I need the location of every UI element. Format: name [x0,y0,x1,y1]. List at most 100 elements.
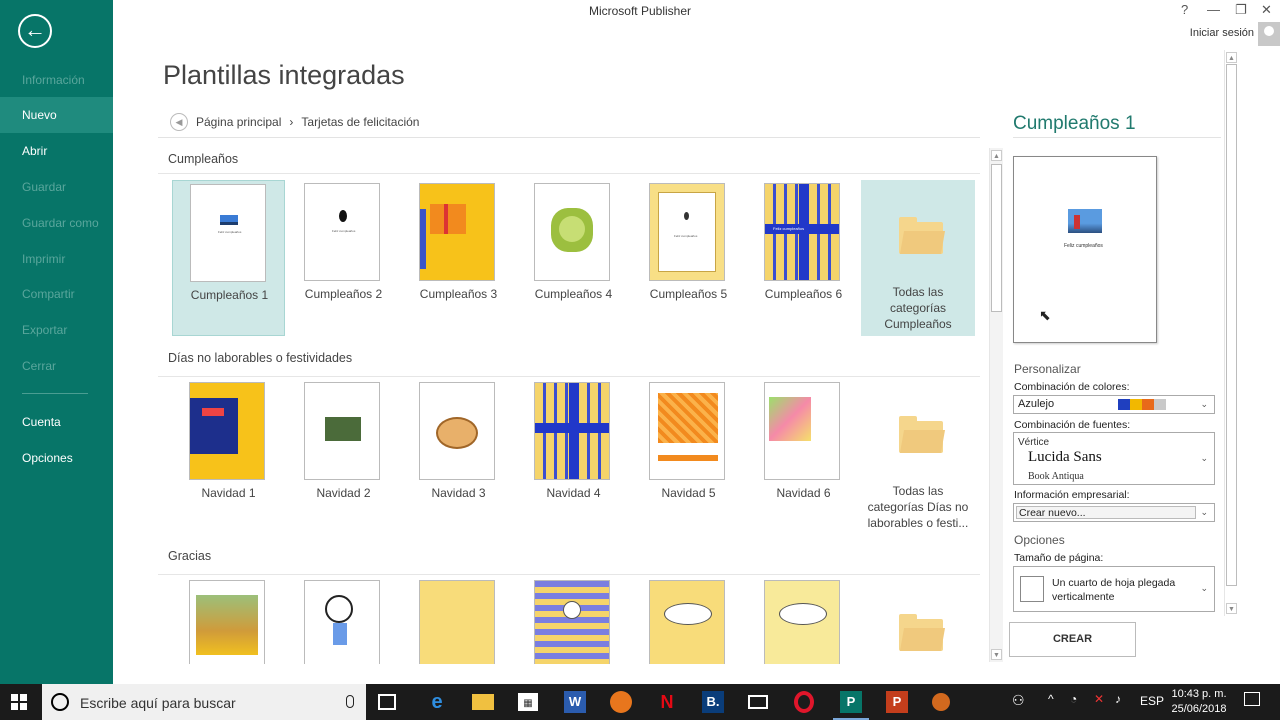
template-tile-navidad-4[interactable]: Navidad 4 [517,379,630,535]
firefox-icon[interactable] [610,691,632,713]
template-thumbnail [764,382,840,480]
help-icon[interactable]: ? [1181,2,1188,17]
tile-label: Navidad 2 [316,486,371,500]
scroll-up-icon[interactable]: ▲ [1226,52,1237,63]
template-thumbnail [534,382,610,480]
template-tile-cumpleanos-6[interactable]: Feliz cumpleaños Cumpleaños 6 [747,180,860,336]
gallery-scrollbar[interactable]: ▲ ▼ [989,148,1003,662]
sidebar-item-informacion[interactable]: Información [0,62,113,98]
template-tile-cumpleanos-4[interactable]: Cumpleaños 4 [517,180,630,336]
sidebar-item-nuevo[interactable]: Nuevo [0,97,113,133]
sign-in-link[interactable]: Iniciar sesión [1190,27,1254,39]
template-tile-gracias-4[interactable] [517,577,630,664]
swatch-blue [1118,399,1130,410]
back-arrow-icon[interactable]: ← [18,14,52,48]
color-scheme-select[interactable]: Azulejo ⌄ [1013,395,1215,414]
publisher-icon[interactable]: P [840,691,862,713]
tile-label: Navidad 6 [776,486,831,500]
sidebar-item-compartir[interactable]: Compartir [0,276,113,312]
scrollbar-thumb[interactable] [1226,64,1237,586]
windows-start-icon[interactable] [11,694,27,710]
template-thumbnail [649,382,725,480]
sidebar-item-guardar-como[interactable]: Guardar como [0,205,113,241]
page-size-select[interactable]: Un cuarto de hoja plegada verticalmente … [1013,566,1215,612]
template-tile-gracias-2[interactable] [287,577,400,664]
all-categories-label: Todas las categorías Cumpleaños [884,285,952,331]
business-info-select[interactable]: Crear nuevo... ⌄ [1013,503,1215,522]
template-tile-gracias-5[interactable] [632,577,745,664]
section-divider [158,574,980,575]
folder-icon [899,416,946,453]
sidebar-item-exportar[interactable]: Exportar [0,312,113,348]
restore-icon[interactable]: ❐ [1235,2,1247,18]
scrollbar-thumb[interactable] [991,164,1002,312]
scroll-up-icon[interactable]: ▲ [991,150,1002,161]
breadcrumb-current: Tarjetas de felicitación [301,115,420,129]
chevron-down-icon: ⌄ [1200,453,1208,463]
booking-icon[interactable]: B. [702,691,724,713]
backstage-sidebar: ← Información Nuevo Abrir Guardar Guarda… [0,0,113,684]
scroll-down-icon[interactable]: ▼ [1226,603,1237,614]
powerpoint-icon[interactable]: P [886,691,908,713]
microphone-icon[interactable] [346,695,354,708]
template-tile-gracias-6[interactable] [747,577,860,664]
template-thumbnail: Feliz cumpleaños [190,184,266,282]
template-tile-navidad-5[interactable]: Navidad 5 [632,379,745,535]
breadcrumb-back-icon[interactable]: ◀ [170,113,188,131]
notifications-icon[interactable] [1244,692,1260,706]
folder-icon [899,614,946,651]
sidebar-item-imprimir[interactable]: Imprimir [0,241,113,277]
opera-icon[interactable] [794,691,814,713]
minimize-icon[interactable]: — [1207,2,1220,17]
all-categories-festividades[interactable]: Todas las categorías Días no laborables … [861,379,975,535]
template-tile-cumpleanos-5[interactable]: Feliz cumpleaños Cumpleaños 5 [632,180,745,336]
clock[interactable]: 10:43 p. m. 25/06/2018 [1166,687,1232,717]
template-tile-gracias-1[interactable] [172,577,285,664]
chevron-up-icon[interactable]: ^ [1048,692,1054,706]
sidebar-item-opciones[interactable]: Opciones [0,440,113,476]
template-tile-gracias-3[interactable] [402,577,515,664]
game-icon[interactable] [932,693,950,711]
sidebar-item-cerrar[interactable]: Cerrar [0,348,113,384]
edge-icon[interactable]: e [426,691,448,713]
template-tile-navidad-2[interactable]: Navidad 2 [287,379,400,535]
task-view-icon[interactable] [378,694,396,710]
close-icon[interactable]: ✕ [1261,2,1272,18]
people-icon[interactable]: ⚇ [1012,692,1025,709]
panel-scrollbar[interactable]: ▲ ▼ [1224,50,1238,616]
sidebar-item-cuenta[interactable]: Cuenta [0,404,113,440]
all-categories-gracias[interactable] [861,577,975,664]
taskbar-search[interactable]: Escribe aquí para buscar [42,684,366,720]
volume-icon[interactable]: ♪ [1115,692,1121,706]
template-tile-navidad-3[interactable]: Navidad 3 [402,379,515,535]
sidebar-item-abrir[interactable]: Abrir [0,133,113,169]
language-indicator[interactable]: ESP [1140,694,1164,708]
netflix-icon[interactable]: N [656,691,678,713]
all-categories-cumpleanos[interactable]: Todas las categorías Cumpleaños [861,180,975,336]
tile-label: Cumpleaños 5 [649,287,728,301]
battery-warning-icon[interactable]: ✕ [1094,692,1104,706]
template-thumbnail [304,382,380,480]
template-tile-navidad-1[interactable]: Navidad 1 [172,379,285,535]
template-tile-cumpleanos-2[interactable]: Feliz cumpleaños Cumpleaños 2 [287,180,400,336]
font-scheme-select[interactable]: Vértice Lucida Sans Book Antiqua ⌄ [1013,432,1215,485]
create-button[interactable]: CREAR [1009,622,1136,657]
breadcrumb-home-link[interactable]: Página principal [196,115,281,129]
network-icon[interactable]: ◔ [1070,692,1077,706]
file-explorer-icon[interactable] [472,694,494,710]
scroll-down-icon[interactable]: ▼ [991,649,1002,660]
mail-icon[interactable] [748,695,768,709]
template-tile-cumpleanos-3[interactable]: Cumpleaños 3 [402,180,515,336]
template-thumbnail [764,580,840,664]
user-avatar-icon[interactable] [1258,22,1280,46]
store-icon[interactable]: ▦ [518,693,538,711]
section-divider [158,376,980,377]
template-tile-navidad-6[interactable]: Navidad 6 [747,379,860,535]
template-tile-cumpleanos-1[interactable]: Feliz cumpleaños Cumpleaños 1 [172,180,285,336]
clock-time: 10:43 p. m. [1171,688,1227,700]
word-icon[interactable]: W [564,691,586,713]
sidebar-item-guardar[interactable]: Guardar [0,169,113,205]
swatch-yellow [1130,399,1142,410]
swatch-orange [1142,399,1154,410]
font-scheme-label: Combinación de fuentes: [1014,419,1131,431]
